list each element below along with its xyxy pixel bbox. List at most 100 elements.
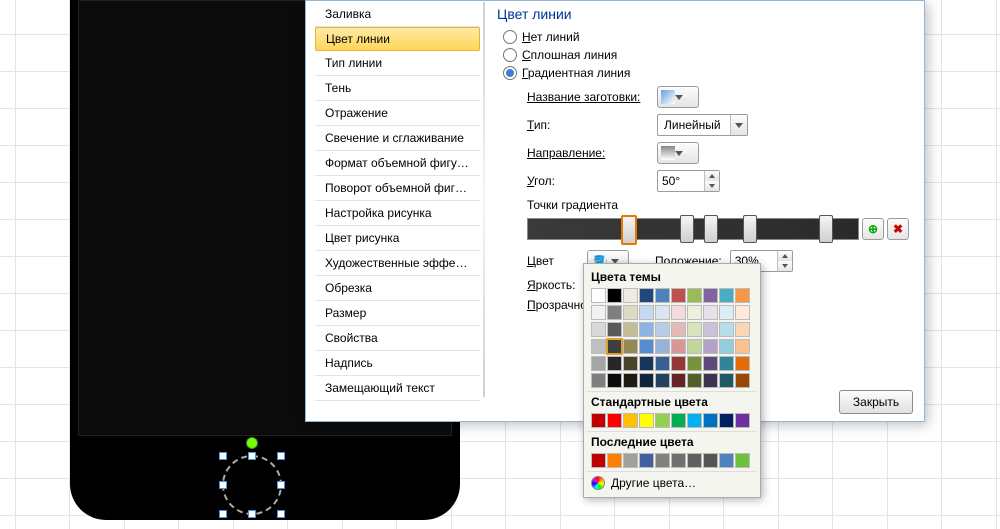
color-swatch[interactable] [671,288,686,303]
type-dropdown[interactable]: Линейный [657,114,748,136]
color-swatch[interactable] [671,453,686,468]
line-fill-radio[interactable]: Градиентная линия [503,66,913,80]
gradient-stop-handle[interactable] [680,215,694,243]
color-swatch[interactable] [607,413,622,428]
color-swatch[interactable] [607,373,622,388]
color-swatch[interactable] [671,373,686,388]
color-swatch[interactable] [703,373,718,388]
color-swatch[interactable] [591,413,606,428]
color-swatch[interactable] [687,413,702,428]
color-swatch[interactable] [623,339,638,354]
color-swatch[interactable] [655,322,670,337]
sidebar-item[interactable]: Отражение [315,101,480,126]
gradient-stops-track[interactable] [527,218,859,240]
home-button-shape[interactable] [222,455,282,515]
color-swatch[interactable] [607,305,622,320]
color-swatch[interactable] [623,305,638,320]
color-swatch[interactable] [719,356,734,371]
sidebar-item[interactable]: Свечение и сглаживание [315,126,480,151]
color-swatch[interactable] [623,373,638,388]
color-swatch[interactable] [719,413,734,428]
color-swatch[interactable] [655,305,670,320]
color-swatch[interactable] [591,356,606,371]
remove-stop-button[interactable]: ✖ [887,218,909,240]
more-colors-item[interactable]: Другие цвета… [587,471,757,494]
color-swatch[interactable] [655,288,670,303]
sidebar-item[interactable]: Тень [315,76,480,101]
color-swatch[interactable] [607,339,622,354]
color-swatch[interactable] [623,288,638,303]
color-swatch[interactable] [687,339,702,354]
sidebar-item[interactable]: Заливка [315,2,480,27]
resize-handle-icon[interactable] [277,510,285,518]
color-swatch[interactable] [735,339,750,354]
color-swatch[interactable] [591,288,606,303]
sidebar-item[interactable]: Надпись [315,351,480,376]
color-swatch[interactable] [735,322,750,337]
color-swatch[interactable] [639,453,654,468]
resize-handle-icon[interactable] [277,481,285,489]
color-swatch[interactable] [623,322,638,337]
color-swatch[interactable] [735,413,750,428]
color-swatch[interactable] [671,339,686,354]
color-swatch[interactable] [607,322,622,337]
color-swatch[interactable] [639,288,654,303]
color-swatch[interactable] [671,305,686,320]
color-swatch[interactable] [671,322,686,337]
color-swatch[interactable] [623,413,638,428]
color-swatch[interactable] [591,453,606,468]
sidebar-item[interactable]: Замещающий текст [315,376,480,401]
color-swatch[interactable] [719,322,734,337]
sidebar-item[interactable]: Обрезка [315,276,480,301]
color-swatch[interactable] [719,339,734,354]
color-swatch[interactable] [607,356,622,371]
angle-spinner[interactable]: 50° [657,170,720,192]
line-fill-radio[interactable]: Нет линий [503,30,913,44]
color-swatch[interactable] [655,453,670,468]
color-swatch[interactable] [655,356,670,371]
color-swatch[interactable] [607,288,622,303]
resize-handle-icon[interactable] [248,452,256,460]
color-swatch[interactable] [703,356,718,371]
color-swatch[interactable] [719,288,734,303]
color-swatch[interactable] [623,356,638,371]
sidebar-item[interactable]: Цвет рисунка [315,226,480,251]
color-swatch[interactable] [735,305,750,320]
color-swatch[interactable] [687,356,702,371]
color-swatch[interactable] [639,305,654,320]
color-swatch[interactable] [639,413,654,428]
gradient-stop-handle[interactable] [704,215,718,243]
color-swatch[interactable] [687,453,702,468]
color-swatch[interactable] [639,356,654,371]
direction-picker-button[interactable] [657,142,699,164]
color-swatch[interactable] [735,373,750,388]
color-swatch[interactable] [687,322,702,337]
color-swatch[interactable] [671,413,686,428]
rotate-handle-icon[interactable] [246,437,258,449]
color-swatch[interactable] [735,453,750,468]
sidebar-item[interactable]: Формат объемной фигуры [315,151,480,176]
color-swatch[interactable] [687,288,702,303]
color-swatch[interactable] [655,413,670,428]
sidebar-item[interactable]: Свойства [315,326,480,351]
sidebar-item[interactable]: Размер [315,301,480,326]
color-swatch[interactable] [735,356,750,371]
color-swatch[interactable] [703,339,718,354]
gradient-stop-handle[interactable] [621,215,637,245]
color-swatch[interactable] [655,339,670,354]
gradient-stop-handle[interactable] [819,215,833,243]
add-stop-button[interactable]: ⊕ [862,218,884,240]
resize-handle-icon[interactable] [277,452,285,460]
color-swatch[interactable] [719,453,734,468]
color-swatch[interactable] [591,339,606,354]
sidebar-item[interactable]: Поворот объемной фигуры [315,176,480,201]
color-swatch[interactable] [719,305,734,320]
resize-handle-icon[interactable] [219,510,227,518]
sidebar-item[interactable]: Художественные эффекты [315,251,480,276]
color-swatch[interactable] [607,453,622,468]
color-swatch[interactable] [703,305,718,320]
color-swatch[interactable] [591,373,606,388]
color-swatch[interactable] [735,288,750,303]
color-swatch[interactable] [687,305,702,320]
resize-handle-icon[interactable] [219,452,227,460]
